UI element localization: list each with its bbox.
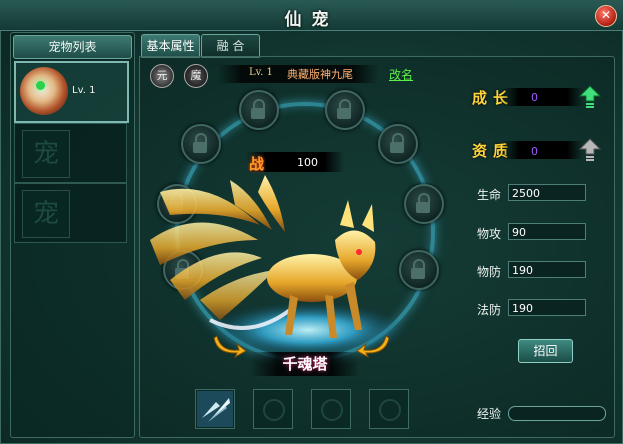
pet-list-header: 宠物列表 (13, 35, 132, 59)
physical-attack-label: 物攻 (477, 227, 502, 241)
growth-bar (503, 88, 583, 106)
skill-slot-empty[interactable] (253, 389, 293, 429)
tab-basic-attributes[interactable]: 基本属性 (141, 34, 200, 58)
quality-bar (503, 141, 583, 159)
pet-level-label: Lv. 1 (72, 85, 96, 96)
pet-name: 典藏版神九尾 (287, 68, 353, 81)
physical-defense-label: 物防 (477, 265, 502, 279)
quality-upgrade-arrow-icon[interactable] (579, 138, 601, 162)
locked-slot-lock-icon[interactable] (239, 90, 279, 130)
experience-bar (508, 406, 606, 421)
empty-slot-icon (321, 399, 343, 421)
empty-pet-icon: 宠 (22, 130, 70, 178)
pet-list-panel: 宠物列表 Lv. 1 宠 宠 (10, 32, 135, 438)
pet-list-item[interactable]: Lv. 1 (14, 61, 129, 123)
pet-list-item-empty[interactable]: 宠 (14, 123, 127, 183)
locked-slot-lock-icon[interactable] (325, 90, 365, 130)
tab-fusion[interactable]: 融 合 (201, 34, 260, 58)
rotate-left-arrow-icon[interactable] (213, 330, 247, 358)
skill-slot-empty[interactable] (369, 389, 409, 429)
locked-slot-lock-icon[interactable] (181, 124, 221, 164)
pet-list-item-empty[interactable]: 宠 (14, 183, 127, 243)
close-button[interactable]: ✕ (595, 5, 617, 27)
rotate-right-arrow-icon[interactable] (356, 330, 390, 358)
growth-value: 0 (531, 91, 538, 104)
battle-power-value: 100 (297, 156, 318, 169)
window-title: 仙宠 (284, 10, 339, 30)
empty-slot-icon (263, 399, 285, 421)
recall-button[interactable]: 招回 (518, 339, 573, 363)
growth-upgrade-arrow-icon[interactable] (579, 85, 601, 109)
wind-blade-skill-icon (197, 391, 233, 427)
magic-defense-label: 法防 (477, 303, 502, 317)
magic-defense-value: 190 (508, 299, 586, 316)
platform-label: 千魂塔 (250, 352, 360, 376)
skill-slot-empty[interactable] (311, 389, 351, 429)
hp-value: 2500 (508, 184, 586, 201)
rename-link[interactable]: 改名 (389, 66, 413, 83)
pet-level: Lv. 1 (249, 67, 273, 78)
demon-type-icon: 魔 (184, 64, 208, 88)
physical-attack-value: 90 (508, 223, 586, 240)
quality-value: 0 (531, 145, 538, 158)
empty-pet-icon: 宠 (22, 190, 70, 238)
element-icon: 元 (150, 64, 174, 88)
empty-slot-icon (379, 399, 401, 421)
title-bar: 仙宠 ✕ (0, 0, 623, 31)
physical-defense-value: 190 (508, 261, 586, 278)
experience-label: 经验 (477, 407, 502, 421)
skill-slot[interactable] (195, 389, 235, 429)
hp-label: 生命 (477, 188, 502, 202)
pet-avatar (20, 67, 68, 115)
locked-slot-lock-icon[interactable] (378, 124, 418, 164)
